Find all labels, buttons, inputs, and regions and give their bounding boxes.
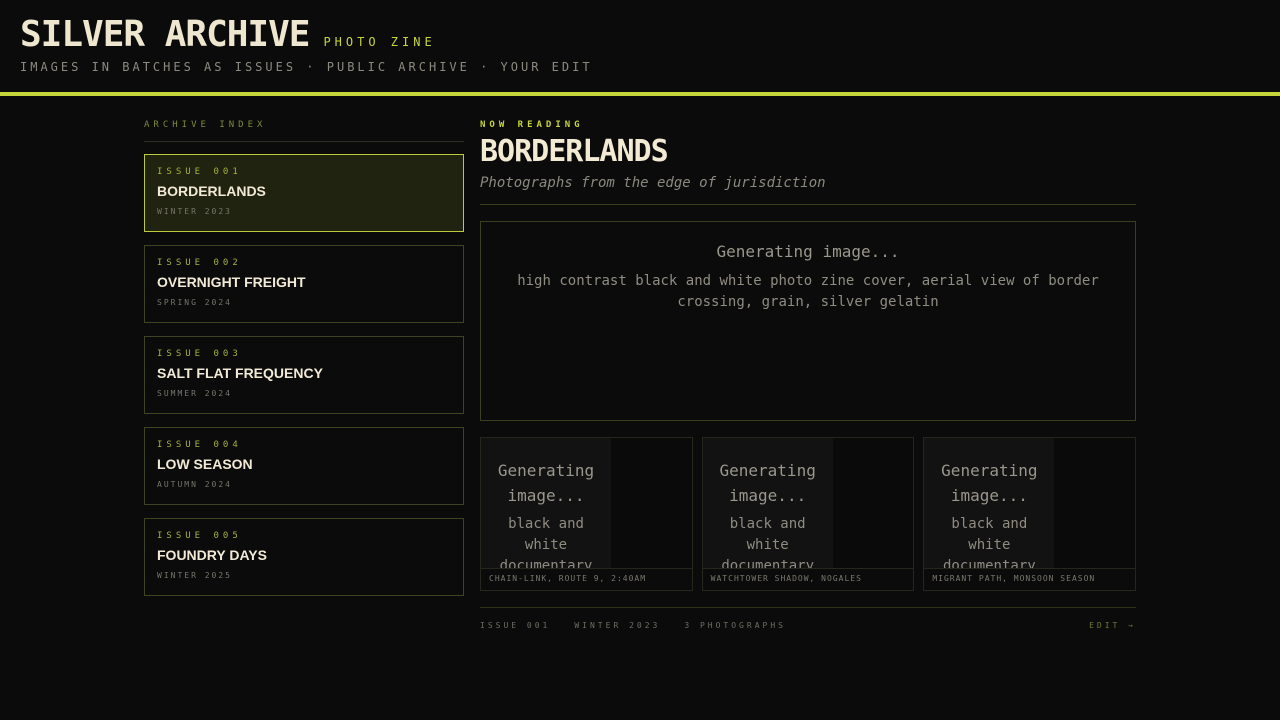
- photo-prompt: black and white documentary: [942, 516, 1036, 569]
- issue-title: SALT FLAT FREQUENCY: [157, 365, 323, 381]
- photo-card[interactable]: Generating image... black and white docu…: [923, 437, 1137, 591]
- issue-title: OVERNIGHT FREIGHT: [157, 274, 306, 290]
- cover-generating-status: Generating image...: [716, 242, 900, 261]
- edit-link[interactable]: EDIT →: [1089, 621, 1136, 630]
- issue-season: AUTUMN 2024: [157, 480, 232, 489]
- issue-card-003[interactable]: ISSUE 003 SALT FLAT FREQUENCY SUMMER 202…: [144, 336, 464, 414]
- site-title[interactable]: SILVER ARCHIVE: [20, 14, 310, 55]
- issue-card-005[interactable]: ISSUE 005 FOUNDRY DAYS WINTER 2025: [144, 518, 464, 596]
- now-reading-label: NOW READING: [480, 120, 584, 130]
- archive-index-heading: ARCHIVE INDEX: [144, 120, 464, 142]
- photo-generating-status: Generating image...: [719, 461, 816, 505]
- issue-card-001[interactable]: ISSUE 001 BORDERLANDS WINTER 2023: [144, 154, 464, 232]
- photo-prompt: black and white documentary: [721, 516, 815, 569]
- issue-title: FOUNDRY DAYS: [157, 547, 267, 563]
- photo-placeholder: Generating image... black and white docu…: [924, 438, 1055, 569]
- issue-number: ISSUE 003: [157, 349, 242, 359]
- site-subtitle: IMAGES IN BATCHES AS ISSUES · PUBLIC ARC…: [20, 60, 593, 74]
- issue-season: WINTER 2025: [157, 571, 232, 580]
- photo-caption: MIGRANT PATH, MONSOON SEASON: [924, 568, 1136, 590]
- photo-placeholder: Generating image... black and white docu…: [702, 438, 833, 569]
- photo-caption: CHAIN-LINK, ROUTE 9, 2:40AM: [481, 568, 692, 590]
- issue-heading: BORDERLANDS: [480, 134, 669, 169]
- issue-number: ISSUE 001: [157, 167, 242, 177]
- photo-generating-status: Generating image...: [941, 461, 1038, 505]
- divider: [480, 204, 1136, 205]
- photo-prompt: black and white documentary: [499, 516, 593, 569]
- brand-row: SILVER ARCHIVE PHOTO ZINE: [20, 14, 436, 55]
- issue-list: ISSUE 001 BORDERLANDS WINTER 2023 ISSUE …: [144, 154, 464, 596]
- issue-number: ISSUE 005: [157, 531, 242, 541]
- footer-photo-count: 3 PHOTOGRAPHS: [684, 621, 786, 630]
- footer-season: WINTER 2023: [574, 621, 661, 630]
- issue-season: WINTER 2023: [157, 207, 232, 216]
- archive-index: ARCHIVE INDEX ISSUE 001 BORDERLANDS WINT…: [144, 120, 464, 609]
- issue-reader: NOW READING BORDERLANDS Photographs from…: [480, 120, 1137, 630]
- issue-season: SUMMER 2024: [157, 389, 232, 398]
- photo-card[interactable]: Generating image... black and white docu…: [480, 437, 693, 591]
- photo-grid: Generating image... black and white docu…: [480, 437, 1137, 591]
- issue-title: LOW SEASON: [157, 456, 253, 472]
- issue-number: ISSUE 004: [157, 440, 242, 450]
- photo-caption: WATCHTOWER SHADOW, NOGALES: [702, 568, 914, 590]
- photo-card[interactable]: Generating image... black and white docu…: [701, 437, 915, 591]
- issue-card-004[interactable]: ISSUE 004 LOW SEASON AUTUMN 2024: [144, 427, 464, 505]
- footer-issue-number: ISSUE 001: [480, 621, 551, 630]
- issue-season: SPRING 2024: [157, 298, 232, 307]
- photo-placeholder: Generating image... black and white docu…: [481, 438, 611, 569]
- issue-footer: ISSUE 001 WINTER 2023 3 PHOTOGRAPHS EDIT…: [480, 607, 1136, 630]
- cover-prompt: high contrast black and white photo zine…: [517, 273, 1099, 310]
- issue-card-002[interactable]: ISSUE 002 OVERNIGHT FREIGHT SPRING 2024: [144, 245, 464, 323]
- issue-subtitle: Photographs from the edge of jurisdictio…: [480, 175, 826, 191]
- masthead: SILVER ARCHIVE PHOTO ZINE IMAGES IN BATC…: [0, 0, 1280, 96]
- site-tag: PHOTO ZINE: [323, 35, 436, 49]
- issue-number: ISSUE 002: [157, 258, 242, 268]
- cover-image-placeholder: Generating image... high contrast black …: [480, 221, 1136, 421]
- issue-title: BORDERLANDS: [157, 183, 266, 199]
- photo-generating-status: Generating image...: [497, 461, 595, 505]
